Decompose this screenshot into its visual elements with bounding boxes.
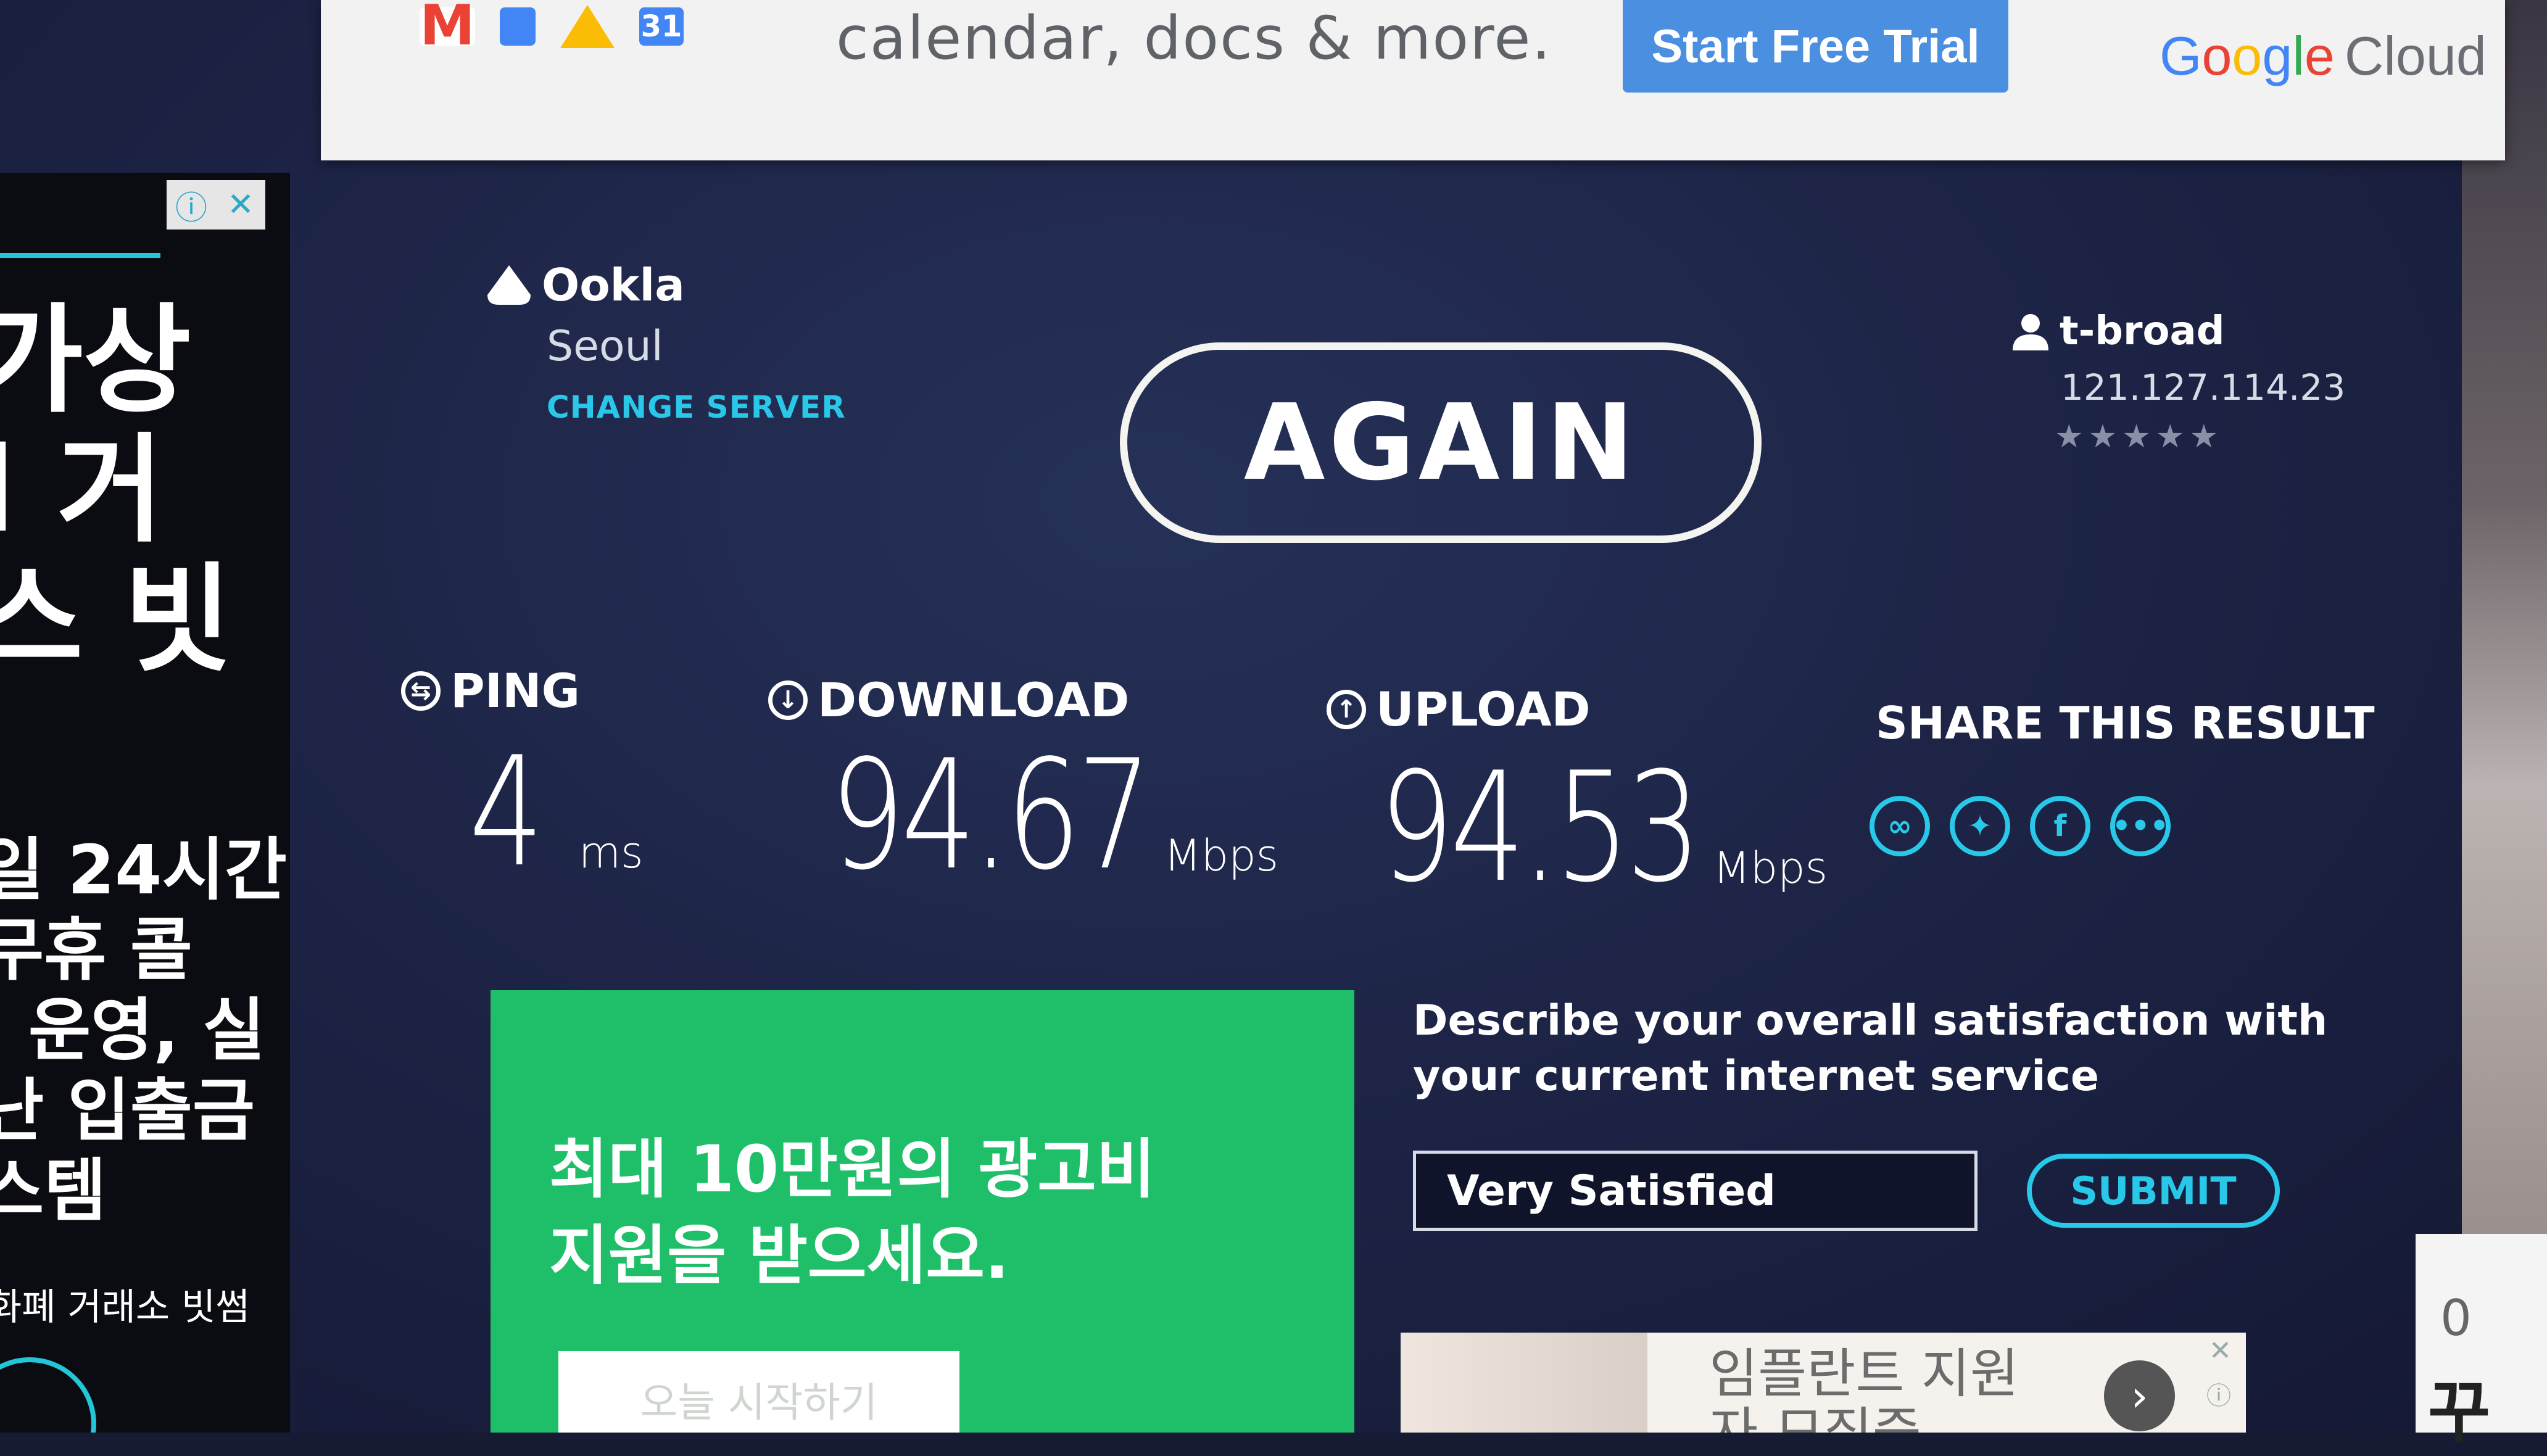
upload-icon: ↑ <box>1327 689 1366 729</box>
ad-body-line: 무휴 콜 <box>0 911 193 990</box>
implant-ad-line: 임플란트 지원 <box>1709 1343 2019 1405</box>
server-info: Ookla Seoul CHANGE SERVER <box>487 259 846 425</box>
info-icon[interactable]: ⓘ <box>2206 1376 2231 1412</box>
top-banner-ad[interactable]: M 31 calendar, docs & more. Start Free T… <box>321 0 2505 160</box>
isp-rating-stars[interactable]: ★★★★★ <box>2055 418 2345 455</box>
drive-icon <box>560 5 615 48</box>
close-icon[interactable]: ✕ <box>216 180 265 230</box>
ping-unit: ms <box>578 827 644 878</box>
download-unit: Mbps <box>1164 830 1279 881</box>
google-apps-icons: M 31 <box>420 0 684 58</box>
download-icon: ↓ <box>768 680 808 720</box>
right-ad-partial-text: 0 <box>2440 1289 2472 1347</box>
start-free-trial-button[interactable]: Start Free Trial <box>1623 0 2008 93</box>
more-icon[interactable]: ••• <box>2110 796 2171 856</box>
ping-value: 4 <box>469 724 544 900</box>
survey-question-line: Describe your overall satisfaction with <box>1413 996 2328 1045</box>
user-info: t-broad 121.127.114.23 ★★★★★ <box>2011 308 2345 455</box>
ping-metric: ⇆ PING 4 ms <box>401 663 644 888</box>
ad-body-line: 스템 <box>0 1151 107 1230</box>
monitor-bezel-edge <box>2462 0 2547 1433</box>
ip-address: 121.127.114.23 <box>2061 366 2346 408</box>
right-side-ad[interactable]: 0 꾸 <box>2416 1234 2547 1452</box>
download-label: DOWNLOAD <box>818 672 1130 727</box>
promo-line: 최대 10만원의 광고비 <box>549 1131 1156 1207</box>
ping-label: PING <box>450 663 580 718</box>
ad-headline-line: 스 빗 <box>0 552 232 688</box>
ad-circle-graphic <box>0 1357 96 1433</box>
change-server-link[interactable]: CHANGE SERVER <box>547 389 846 425</box>
promo-line: 지원을 받으세요. <box>549 1218 1009 1294</box>
ad-footer-brand: 화폐 거래소 빗썸 <box>0 1286 250 1329</box>
adchoices-badge[interactable]: ⓘ ✕ <box>167 180 265 230</box>
again-button[interactable]: AGAIN <box>1120 342 1762 543</box>
ad-body-line: l 운영, 실 <box>0 991 265 1070</box>
ookla-logo-icon <box>487 265 531 305</box>
calendar-icon: 31 <box>639 7 684 46</box>
server-city: Seoul <box>547 322 663 371</box>
ad-photo <box>1401 1333 1647 1433</box>
left-side-ad[interactable]: 가상 l 거 스 빗 일 24시간 무휴 콜 l 운영, 실 난 입출금 스템 … <box>0 173 290 1433</box>
user-icon <box>2013 314 2048 350</box>
google-cloud-logo: Google Cloud <box>2160 25 2487 86</box>
ad-body-line: 일 24시간 <box>0 830 287 909</box>
gmail-icon: M <box>420 0 475 58</box>
upload-label: UPLOAD <box>1376 682 1591 737</box>
promo-start-button[interactable]: 오늘 시작하기 <box>558 1351 959 1433</box>
ad-accent-bar <box>0 253 160 258</box>
implant-ad[interactable]: 임플란트 지원 자 모집중 › ✕ ⓘ <box>1401 1333 2246 1433</box>
close-icon[interactable]: ✕ <box>2209 1335 2232 1367</box>
upload-metric: ↑ UPLOAD 94.53 Mbps <box>1327 682 1828 903</box>
ad-headline-line: 가상 <box>0 292 191 429</box>
ad-headline-line: l 거 <box>0 422 165 558</box>
green-promo-ad[interactable]: 최대 10만원의 광고비 지원을 받으세요. 오늘 시작하기 <box>491 990 1354 1433</box>
docs-icon <box>500 7 536 46</box>
ping-icon: ⇆ <box>401 671 441 711</box>
chevron-right-icon[interactable]: › <box>2104 1360 2175 1431</box>
ad-body-line: 난 입출금 <box>0 1071 255 1150</box>
survey-question-line: your current internet service <box>1413 1051 2099 1101</box>
facebook-icon[interactable]: f <box>2030 796 2090 856</box>
implant-ad-line: 자 모집중 <box>1709 1401 1921 1433</box>
share-result-title: SHARE THIS RESULT <box>1876 697 2375 749</box>
submit-button[interactable]: SUBMIT <box>2027 1154 2280 1228</box>
download-metric: ↓ DOWNLOAD 94.67 Mbps <box>768 672 1278 891</box>
info-icon[interactable]: ⓘ <box>167 180 216 230</box>
twitter-icon[interactable]: ✦ <box>1950 796 2010 856</box>
isp-name: t-broad <box>2060 308 2225 354</box>
share-icons: ∞ ✦ f ••• <box>1870 796 2171 856</box>
upload-value: 94.53 <box>1379 740 1701 916</box>
link-icon[interactable]: ∞ <box>1870 796 1930 856</box>
ad-copy-text: calendar, docs & more. <box>836 4 1552 73</box>
download-value: 94.67 <box>830 727 1152 903</box>
survey-question: Describe your overall satisfaction with … <box>1413 993 2327 1104</box>
satisfaction-select[interactable]: Very Satisfied <box>1413 1151 1978 1231</box>
server-provider: Ookla <box>542 259 685 311</box>
upload-unit: Mbps <box>1713 843 1828 893</box>
right-ad-glyph: 꾸 <box>2428 1373 2491 1452</box>
